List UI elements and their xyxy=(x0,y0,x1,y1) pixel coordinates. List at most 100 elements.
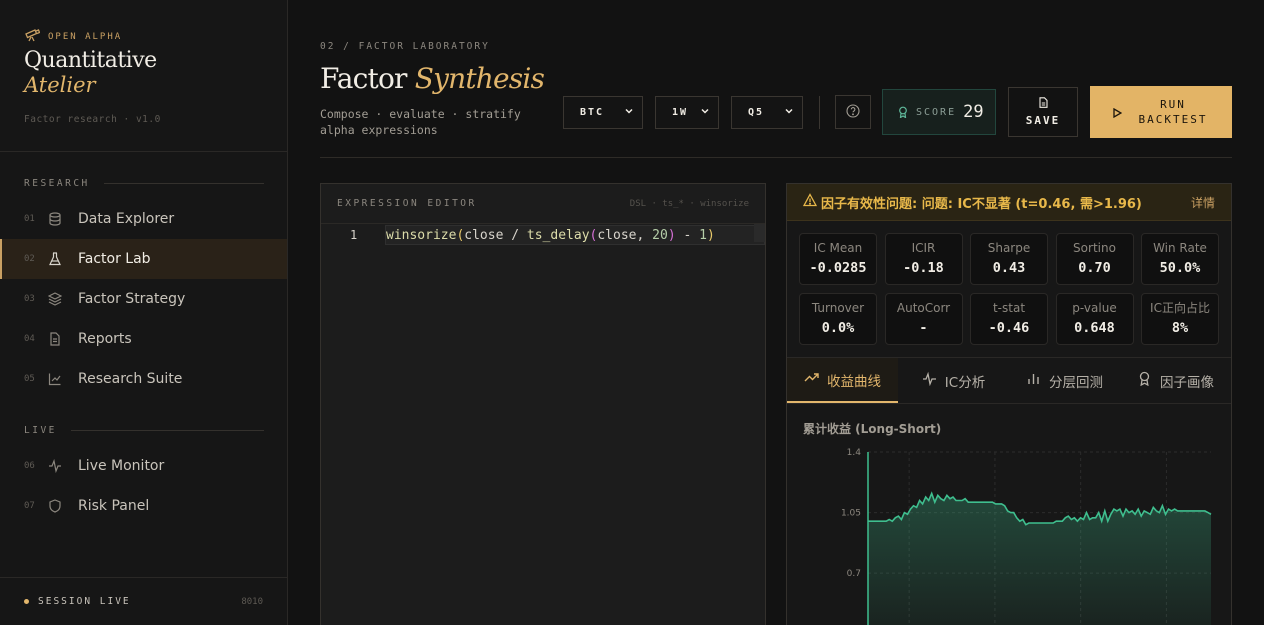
warning-banner: 因子有效性问题: 问题: IC不显著 (t=0.46, 需>1.96) 详情 xyxy=(787,184,1231,221)
brand-tag: OPEN ALPHA xyxy=(24,28,161,45)
metric-value: 0.43 xyxy=(992,260,1026,276)
telescope-icon xyxy=(24,28,41,45)
trend-up-icon xyxy=(804,370,819,389)
score-value: 29 xyxy=(963,102,984,122)
tab-factor-profile[interactable]: 因子画像 xyxy=(1120,358,1231,403)
tab-returns-curve[interactable]: 收益曲线 xyxy=(787,358,898,403)
page-description: Compose · evaluate · stratify alpha expr… xyxy=(320,107,521,137)
layers-icon xyxy=(48,292,62,306)
sidebar-item-label: Factor Strategy xyxy=(78,291,186,307)
section-label-research: RESEARCH xyxy=(24,178,264,189)
sidebar-item-factor-strategy[interactable]: 03 Factor Strategy xyxy=(0,279,287,319)
play-icon xyxy=(1112,103,1123,122)
bar-chart-icon xyxy=(1026,371,1041,390)
y-tick-label: 1.05 xyxy=(841,509,861,519)
metric-label: p-value xyxy=(1072,301,1117,315)
metric-value: 50.0% xyxy=(1159,260,1201,276)
sidebar: OPEN ALPHA Quantitative Atelier Factor r… xyxy=(0,0,288,625)
sidebar-item-research-suite[interactable]: 05 Research Suite xyxy=(0,359,287,399)
warning-icon xyxy=(802,193,818,211)
metric-card: IC Mean -0.0285 xyxy=(799,233,877,285)
sidebar-item-data-explorer[interactable]: 01 Data Explorer xyxy=(0,199,287,239)
chevron-down-icon xyxy=(700,106,710,119)
brand-version: Factor research · v1.0 xyxy=(24,114,161,125)
chevron-down-icon xyxy=(624,106,634,119)
warning-text: 因子有效性问题: 问题: IC不显著 (t=0.46, 需>1.96) xyxy=(821,196,1142,212)
sidebar-item-label: Risk Panel xyxy=(78,498,150,514)
analysis-panel: 因子有效性问题: 问题: IC不显著 (t=0.46, 需>1.96) 详情 I… xyxy=(786,183,1232,625)
pulse-icon xyxy=(48,459,62,473)
metric-value: -0.46 xyxy=(988,320,1030,336)
metric-value: 0.648 xyxy=(1074,320,1115,336)
award-icon xyxy=(897,103,909,122)
metric-label: Sortino xyxy=(1073,241,1116,255)
brand-subtitle: Atelier xyxy=(24,73,96,97)
details-link[interactable]: 详情 xyxy=(1191,194,1215,211)
document-icon xyxy=(48,332,62,346)
metric-value: 0.70 xyxy=(1078,260,1111,276)
metric-card: Sharpe 0.43 xyxy=(970,233,1048,285)
quantile-select[interactable]: Q5 xyxy=(731,96,803,129)
metric-card: Turnover 0.0% xyxy=(799,293,877,345)
editor-header: EXPRESSION EDITOR DSL · ts_* · winsorize xyxy=(321,184,765,224)
metric-value: 0.0% xyxy=(821,320,855,336)
flask-icon xyxy=(48,252,62,266)
metric-label: Sharpe xyxy=(987,241,1031,255)
code-line[interactable]: 1 winsorize(close / ts_delay(close, 20) … xyxy=(321,225,765,245)
help-button[interactable] xyxy=(835,95,871,129)
metric-value: -0.18 xyxy=(903,260,944,276)
asset-select[interactable]: BTC xyxy=(563,96,643,129)
editor-tags: DSL · ts_* · winsorize xyxy=(629,198,749,209)
pulse-icon xyxy=(922,371,937,390)
status-dot xyxy=(24,599,29,604)
metric-label: t-stat xyxy=(992,301,1026,315)
y-tick-label: 1.4 xyxy=(847,448,862,458)
line-chart-icon xyxy=(48,372,62,386)
help-icon xyxy=(846,103,860,122)
interval-select[interactable]: 1W xyxy=(655,96,719,129)
sidebar-item-label: Research Suite xyxy=(78,371,183,387)
toolbar-divider xyxy=(819,96,820,129)
metric-card: t-stat -0.46 xyxy=(970,293,1048,345)
metric-label: ICIR xyxy=(911,241,936,255)
sidebar-item-reports[interactable]: 04 Reports xyxy=(0,319,287,359)
sidebar-item-risk-panel[interactable]: 07 Risk Panel xyxy=(0,486,287,526)
metric-card: ICIR -0.18 xyxy=(884,233,963,285)
document-icon xyxy=(1038,97,1049,111)
run-backtest-button[interactable]: RUN BACKTEST xyxy=(1090,86,1232,138)
metric-value: 8% xyxy=(1171,320,1189,336)
page-title: Factor Synthesis xyxy=(320,62,545,95)
metric-card: IC正向占比 8% xyxy=(1141,293,1219,345)
badge-icon xyxy=(1137,371,1152,390)
metric-label: Win Rate xyxy=(1153,241,1207,255)
brand-title: Quantitative xyxy=(24,48,157,73)
metric-label: IC正向占比 xyxy=(1150,301,1210,315)
tab-ic-analysis[interactable]: IC分析 xyxy=(898,358,1009,403)
sidebar-footer: SESSION LIVE 8010 xyxy=(0,577,287,625)
expression-editor[interactable]: EXPRESSION EDITOR DSL · ts_* · winsorize… xyxy=(320,183,766,625)
sidebar-item-label: Live Monitor xyxy=(78,458,165,474)
sidebar-item-live-monitor[interactable]: 06 Live Monitor xyxy=(0,446,287,486)
score-badge: SCORE 29 xyxy=(882,89,996,135)
database-icon xyxy=(48,212,62,226)
metric-label: AutoCorr xyxy=(896,301,951,315)
editor-scrollbar[interactable] xyxy=(754,224,765,242)
code-text[interactable]: winsorize(close / ts_delay(close, 20) - … xyxy=(385,225,765,245)
metric-label: IC Mean xyxy=(813,241,863,255)
tab-bar: 收益曲线 IC分析 分层回测 因子画像 xyxy=(787,357,1231,404)
line-number: 1 xyxy=(350,228,358,242)
tab-layered-backtest[interactable]: 分层回测 xyxy=(1009,358,1120,403)
returns-chart: 1.41.050.70.35 xyxy=(841,448,1212,625)
chevron-down-icon xyxy=(784,106,794,119)
save-button[interactable]: SAVE xyxy=(1008,87,1078,137)
metric-card: AutoCorr - xyxy=(884,293,963,345)
sidebar-item-label: Reports xyxy=(78,331,132,347)
shield-icon xyxy=(48,499,62,513)
metric-card: Win Rate 50.0% xyxy=(1141,233,1219,285)
breadcrumb: 02 / FACTOR LABORATORY xyxy=(320,41,490,52)
sidebar-item-label: Data Explorer xyxy=(78,211,175,227)
sidebar-item-factor-lab[interactable]: 02 Factor Lab xyxy=(0,239,287,279)
metric-label: Turnover xyxy=(811,301,865,315)
y-tick-label: 0.7 xyxy=(847,569,861,579)
metric-card: Sortino 0.70 xyxy=(1055,233,1134,285)
